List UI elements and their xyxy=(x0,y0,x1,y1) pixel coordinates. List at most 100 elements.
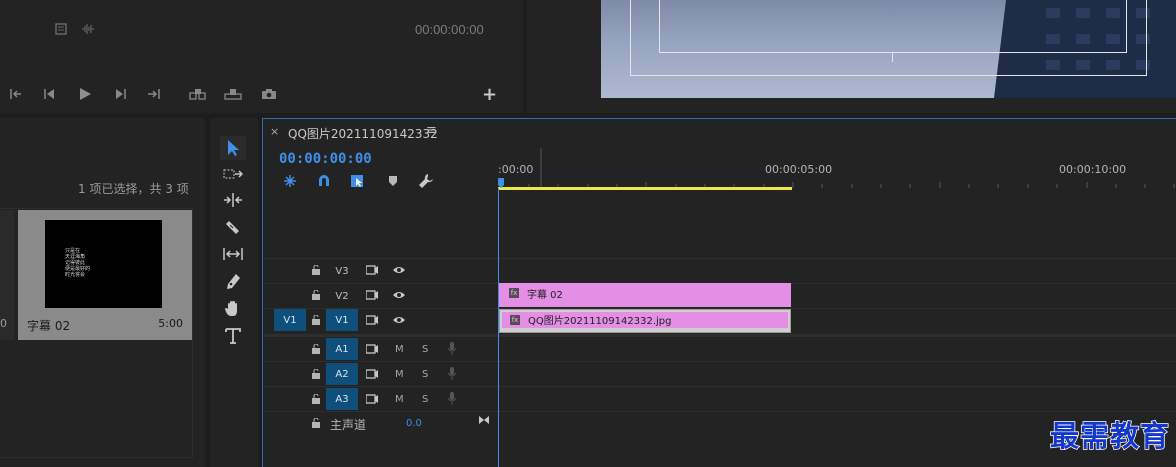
hand-icon xyxy=(225,301,237,316)
project-item-caption-02[interactable]: 只是在 天涯海角 记得彼此 便是最好的 时光将会 字幕 02 5:00 xyxy=(18,210,192,340)
track-select-icon xyxy=(223,169,243,179)
project-item-name: 字幕 02 xyxy=(27,319,71,333)
selection-status: 1 项已选择，共 3 项 xyxy=(78,182,189,196)
clip-name: QQ图片20211109142332.jpg xyxy=(528,316,672,327)
source-patch-v1[interactable]: V1 xyxy=(274,309,306,331)
track-label-a2[interactable]: A2 xyxy=(326,363,358,385)
sync-lock-icon[interactable] xyxy=(366,290,378,300)
slip-icon xyxy=(223,248,243,260)
sequence-tab-title[interactable]: QQ图片20211109142332 xyxy=(288,125,438,142)
track-label-a1[interactable]: A1 xyxy=(326,338,358,360)
lock-icon[interactable] xyxy=(312,344,320,354)
lock-icon[interactable] xyxy=(312,369,320,379)
track-label-a3[interactable]: A3 xyxy=(326,388,358,410)
pen-tool[interactable] xyxy=(220,270,246,294)
track-header-a1: A1 M S xyxy=(264,338,498,362)
selection-tool[interactable] xyxy=(220,136,246,160)
partial-item-card[interactable]: 0 xyxy=(0,210,14,340)
mark-in-icon[interactable] xyxy=(8,86,26,102)
sync-lock-icon[interactable] xyxy=(366,265,378,275)
fx-badge: fx xyxy=(510,315,520,325)
clip-caption-02[interactable]: fx 字幕 02 xyxy=(499,283,791,307)
mark-out-icon[interactable] xyxy=(145,86,163,102)
ruler-label-0: :00:00 xyxy=(498,163,534,176)
snap-magnet-icon[interactable] xyxy=(316,173,332,189)
track-header-a2: A2 M S xyxy=(264,363,498,387)
microphone-icon[interactable] xyxy=(448,342,456,356)
master-volume-value[interactable]: 0.0 xyxy=(406,418,422,429)
clip-name: 字幕 02 xyxy=(527,290,563,301)
track-select-tool[interactable] xyxy=(220,162,246,186)
step-back-icon[interactable] xyxy=(40,86,58,102)
source-monitor-panel: 00:00:00:00 + xyxy=(0,0,523,113)
track-label-v3[interactable]: V3 xyxy=(326,260,358,282)
sync-lock-icon[interactable] xyxy=(366,315,378,325)
lock-icon[interactable] xyxy=(312,394,320,404)
project-item-thumbnail: 只是在 天涯海角 记得彼此 便是最好的 时光将会 xyxy=(45,220,162,308)
close-tab-icon[interactable]: × xyxy=(270,125,279,138)
mute-button[interactable]: M xyxy=(395,369,404,380)
sync-lock-icon[interactable] xyxy=(366,344,378,354)
add-marker-icon[interactable] xyxy=(385,173,401,189)
hand-tool[interactable] xyxy=(220,297,246,321)
project-item-duration: 5:00 xyxy=(158,317,183,330)
watermark-logo: 最需教育 xyxy=(1049,418,1170,454)
mute-button[interactable]: M xyxy=(395,344,404,355)
eye-icon[interactable] xyxy=(392,290,406,300)
ruler-label-5s: 00:00:05:00 xyxy=(765,163,833,176)
linked-selection-icon[interactable] xyxy=(349,173,367,189)
add-icon[interactable]: + xyxy=(482,84,497,105)
camera-icon[interactable] xyxy=(259,86,279,102)
track-label-v2[interactable]: V2 xyxy=(326,285,358,307)
microphone-icon[interactable] xyxy=(448,392,456,406)
track-label-v1[interactable]: V1 xyxy=(326,309,358,331)
microphone-icon[interactable] xyxy=(448,367,456,381)
pen-icon xyxy=(227,274,240,289)
nest-icon[interactable] xyxy=(282,173,298,189)
solo-button[interactable]: S xyxy=(422,369,428,380)
step-forward-icon[interactable] xyxy=(112,86,130,102)
play-icon[interactable] xyxy=(76,86,94,102)
goto-end-icon[interactable] xyxy=(478,415,490,425)
lock-icon[interactable] xyxy=(312,290,320,300)
sync-lock-icon[interactable] xyxy=(366,369,378,379)
lock-icon[interactable] xyxy=(312,265,320,275)
clip-qq-image[interactable]: fx QQ图片20211109142332.jpg xyxy=(499,309,791,333)
timeline-timecode[interactable]: 00:00:00:00 xyxy=(279,151,372,167)
type-icon xyxy=(225,328,241,344)
source-timecode: 00:00:00:00 xyxy=(415,22,484,37)
eye-icon[interactable] xyxy=(392,265,406,275)
video-audio-divider xyxy=(264,334,1176,337)
partial-item-duration: 0 xyxy=(0,317,7,330)
wrench-icon[interactable] xyxy=(417,173,435,189)
mute-button[interactable]: M xyxy=(395,394,404,405)
track-header-v1: V1 V1 xyxy=(264,309,498,333)
insert-icon[interactable] xyxy=(188,86,208,102)
solo-button[interactable]: S xyxy=(422,394,428,405)
track-header-a3: A3 M S xyxy=(264,388,498,412)
center-marker xyxy=(892,52,893,62)
track-header-master: 主声道 0.0 xyxy=(264,413,498,437)
ruler-label-10s: 00:00:10:00 xyxy=(1059,163,1127,176)
sync-lock-icon[interactable] xyxy=(366,394,378,404)
program-preview-image xyxy=(601,0,1176,98)
razor-icon xyxy=(226,221,239,234)
type-tool[interactable] xyxy=(220,324,246,348)
track-header-v3: V3 xyxy=(264,259,498,283)
lock-icon[interactable] xyxy=(312,418,320,428)
track-header-v2: V2 xyxy=(264,284,498,308)
master-track-label: 主声道 xyxy=(330,418,367,432)
time-ruler[interactable]: :00:00 00:00:05:00 00:00:10:00 xyxy=(498,148,1176,192)
overwrite-icon[interactable] xyxy=(223,86,243,102)
selection-arrow-icon xyxy=(228,140,239,156)
thumbnail-caption-text: 只是在 天涯海角 记得彼此 便是最好的 时光将会 xyxy=(65,248,91,278)
solo-button[interactable]: S xyxy=(422,344,428,355)
ripple-edit-tool[interactable] xyxy=(220,188,246,212)
eye-icon[interactable] xyxy=(392,315,406,325)
waveform-icon[interactable] xyxy=(80,22,96,36)
lock-icon[interactable] xyxy=(312,315,320,325)
film-icon[interactable] xyxy=(54,22,68,36)
razor-tool[interactable] xyxy=(220,215,246,239)
panel-menu-icon[interactable]: ≡ xyxy=(426,123,437,138)
slip-tool[interactable] xyxy=(220,242,246,266)
